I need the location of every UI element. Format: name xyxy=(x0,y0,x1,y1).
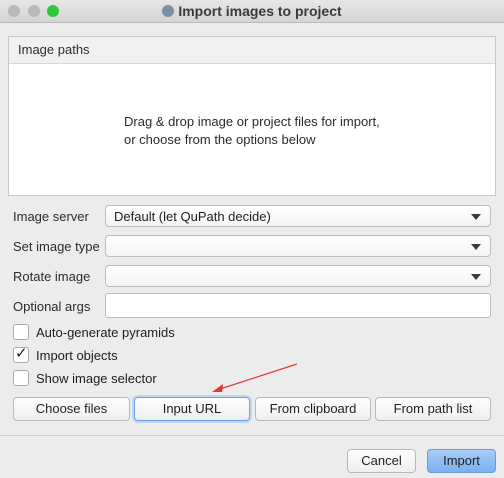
annotation-arrow-icon xyxy=(212,363,298,392)
